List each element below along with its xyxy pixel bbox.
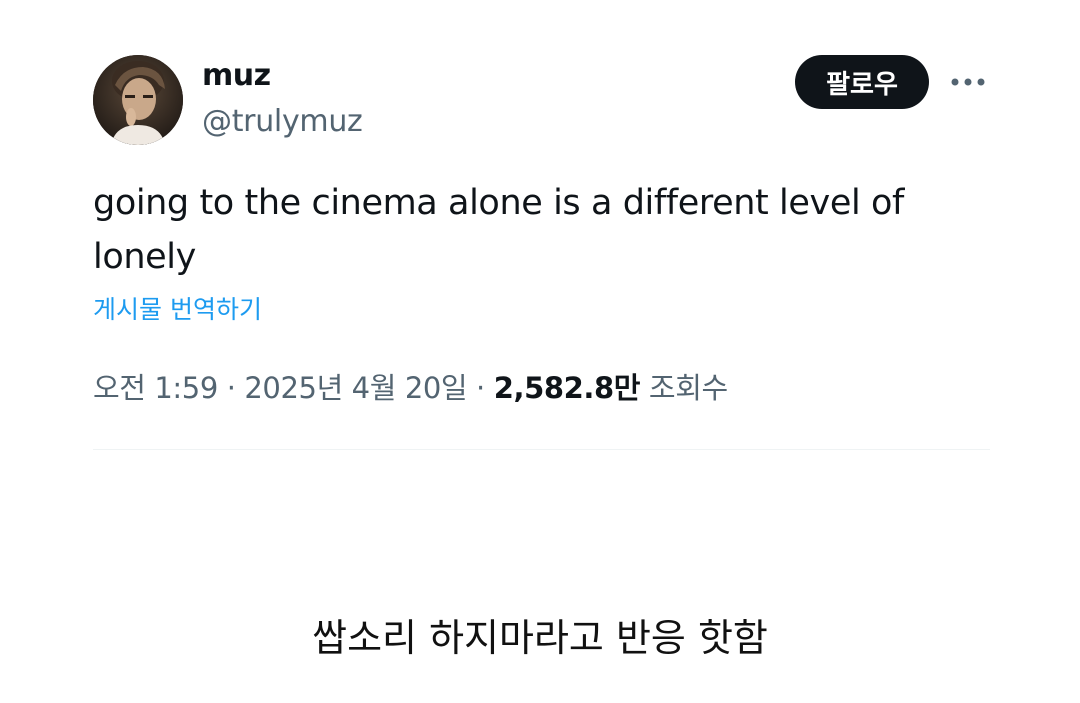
more-horizontal-icon [951,78,985,86]
views-label: 조회수 [640,371,728,405]
divider [93,449,990,450]
user-handle[interactable]: @trulymuz [202,102,363,142]
tweet-text: going to the cinema alone is a different… [93,183,904,277]
meta-separator: · [467,371,494,405]
translate-post-link[interactable]: 게시물 번역하기 [93,290,262,330]
caption-text: 쌉소리 하지마라고 반응 핫함 [312,616,768,660]
meta-separator: · [217,371,245,405]
avatar-photo [93,55,183,145]
views-count: 2,582.8만 [493,371,641,405]
display-name[interactable]: muz [202,56,271,96]
tweet-date[interactable]: 2025년 4월 20일 [244,371,467,405]
more-options-button[interactable] [948,62,988,102]
follow-button[interactable]: 팔로우 [795,55,929,109]
tweet-meta: 오전 1:59 · 2025년 4월 20일 · 2,582.8만 조회수 [93,367,728,409]
tweet-time[interactable]: 오전 1:59 [93,371,218,405]
tweet-card: muz @trulymuz 팔로우 going to the cinema al… [0,0,1080,703]
avatar[interactable] [93,55,183,145]
